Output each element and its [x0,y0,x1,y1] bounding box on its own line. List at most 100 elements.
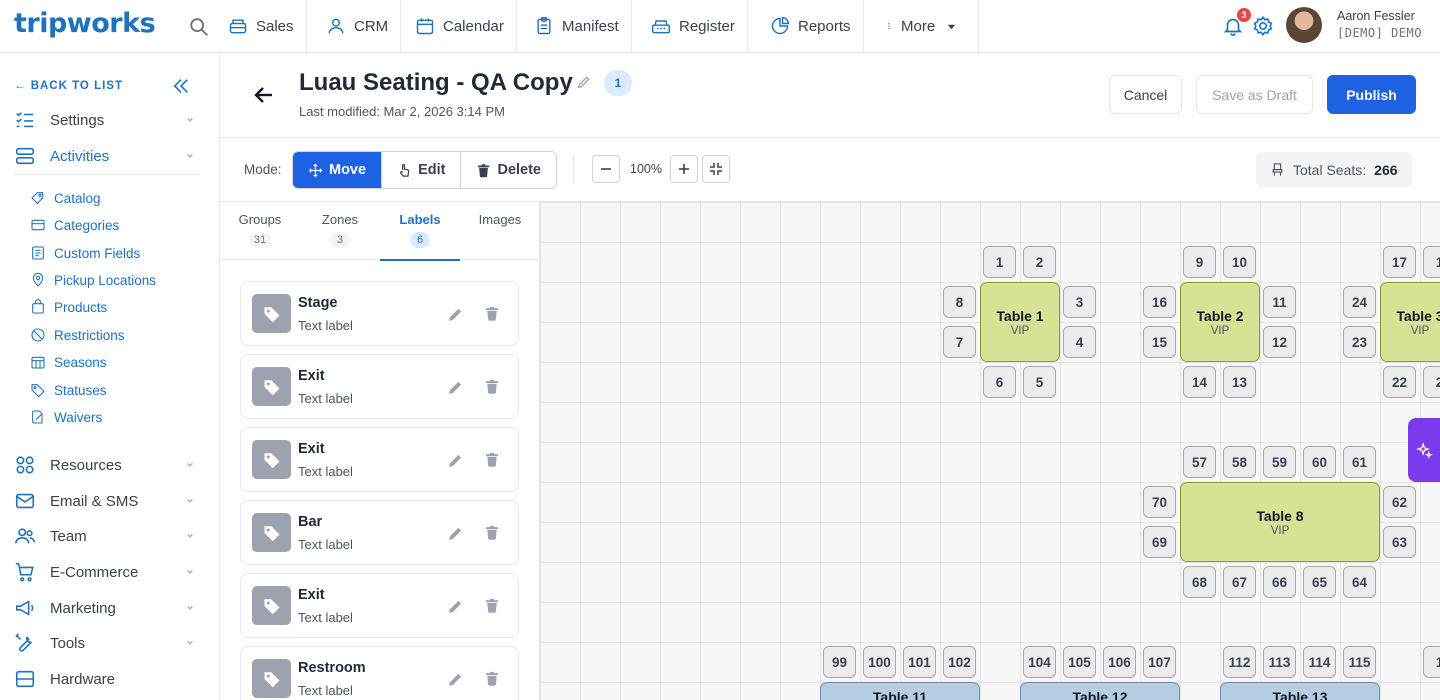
seat[interactable]: 1 [1423,646,1440,678]
seating-canvas[interactable]: 1 2 8 3 7 4 6 5 9 10 16 11 15 12 14 13 17 1 24 23 22 2 57 58 59 6… [540,202,1440,700]
seat[interactable]: 105 [1063,646,1096,678]
nav-crm[interactable]: CRM [314,0,402,52]
trash-icon[interactable] [484,451,500,468]
label-card[interactable]: Restroom Text label [240,646,519,700]
sidebar-item-tools[interactable]: Tools [14,631,198,655]
seat[interactable]: 15 [1143,326,1176,358]
mode-delete-button[interactable]: Delete [461,152,556,188]
sidebar-sub-restrictions[interactable]: Restrictions [30,325,125,345]
collapse-sidebar-icon[interactable] [172,77,190,95]
zoom-in-button[interactable] [670,155,698,183]
zoom-out-button[interactable] [592,155,620,183]
seat[interactable]: 61 [1343,446,1376,478]
nav-manifest[interactable]: Manifest [522,0,632,52]
tripworks-logo[interactable]: tripworks [14,8,156,39]
table[interactable]: Table 1 VIP [980,282,1060,362]
nav-sales[interactable]: Sales [216,0,307,52]
seat[interactable]: 13 [1223,366,1256,398]
table[interactable]: Table 12 [1020,682,1180,700]
table[interactable]: Table 2 VIP [1180,282,1260,362]
seat[interactable]: 60 [1303,446,1336,478]
sidebar-sub-custom-fields[interactable]: Custom Fields [30,243,140,263]
ai-assistant-button[interactable] [1408,418,1440,482]
seat[interactable]: 9 [1183,246,1216,278]
seat[interactable]: 11 [1263,286,1296,318]
seat[interactable]: 65 [1303,566,1336,598]
pencil-icon[interactable] [447,525,464,542]
seat[interactable]: 57 [1183,446,1216,478]
avatar[interactable] [1286,7,1322,43]
publish-button[interactable]: Publish [1327,75,1416,114]
seat[interactable]: 24 [1343,286,1376,318]
pencil-icon[interactable] [447,671,464,688]
sidebar-sub-pickup-locations[interactable]: Pickup Locations [30,270,156,290]
sidebar-item-resources[interactable]: Resources [14,453,198,477]
trash-icon[interactable] [484,378,500,395]
sidebar-sub-waivers[interactable]: Waivers [30,407,102,427]
sidebar-sub-categories[interactable]: Categories [30,215,119,235]
sidebar-item-hardware[interactable]: Hardware [14,667,198,691]
seat[interactable]: 2 [1023,246,1056,278]
seat[interactable]: 14 [1183,366,1216,398]
seat[interactable]: 16 [1143,286,1176,318]
sidebar-item-marketing[interactable]: Marketing [14,596,198,620]
table[interactable]: Table 8 VIP [1180,482,1380,562]
seat[interactable]: 70 [1143,486,1176,518]
seat[interactable]: 67 [1223,566,1256,598]
seat[interactable]: 4 [1063,326,1096,358]
trash-icon[interactable] [484,305,500,322]
search-icon[interactable] [188,16,210,38]
tab-images[interactable]: Images [460,202,540,260]
label-card[interactable]: Exit Text label [240,354,519,419]
seat[interactable]: 10 [1223,246,1256,278]
nav-calendar[interactable]: Calendar [403,0,517,52]
save-draft-button[interactable]: Save as Draft [1196,75,1313,114]
seat[interactable]: 101 [903,646,936,678]
label-card[interactable]: Exit Text label [240,427,519,492]
seat[interactable]: 1 [983,246,1016,278]
nav-reports[interactable]: Reports [758,0,864,52]
gear-icon[interactable] [1252,15,1274,37]
sidebar-sub-statuses[interactable]: Statuses [30,380,107,400]
trash-icon[interactable] [484,670,500,687]
seat[interactable]: 58 [1223,446,1256,478]
pencil-icon[interactable] [447,306,464,323]
trash-icon[interactable] [484,597,500,614]
tab-zones[interactable]: Zones 3 [300,202,380,260]
seat[interactable]: 1 [1423,246,1440,278]
fit-to-screen-button[interactable] [702,155,730,183]
sidebar-item-team[interactable]: Team [14,524,198,548]
mode-edit-button[interactable]: Edit [382,152,462,188]
seat[interactable]: 3 [1063,286,1096,318]
seat[interactable]: 99 [823,646,856,678]
seat[interactable]: 66 [1263,566,1296,598]
seat[interactable]: 23 [1343,326,1376,358]
seat[interactable]: 63 [1383,526,1416,558]
back-to-list-link[interactable]: ← BACK TO LIST [14,80,123,92]
seat[interactable]: 17 [1383,246,1416,278]
seat[interactable]: 22 [1383,366,1416,398]
tab-labels[interactable]: Labels 6 [380,202,460,261]
seat[interactable]: 112 [1223,646,1256,678]
seat[interactable]: 114 [1303,646,1336,678]
seat[interactable]: 12 [1263,326,1296,358]
seat[interactable]: 5 [1023,366,1056,398]
cancel-button[interactable]: Cancel [1109,75,1182,114]
seat[interactable]: 8 [943,286,976,318]
sidebar-item-ecommerce[interactable]: E-Commerce [14,560,198,584]
seat[interactable]: 113 [1263,646,1296,678]
pencil-icon[interactable] [447,379,464,396]
seat[interactable]: 68 [1183,566,1216,598]
sidebar-item-activities[interactable]: Activities [14,144,198,168]
seat[interactable]: 102 [943,646,976,678]
nav-more[interactable]: More [873,0,979,52]
sidebar-sub-seasons[interactable]: Seasons [30,352,107,372]
trash-icon[interactable] [484,524,500,541]
table[interactable]: Table 11 [820,682,980,700]
pencil-icon[interactable] [447,598,464,615]
mode-move-button[interactable]: Move [293,152,383,188]
seat[interactable]: 64 [1343,566,1376,598]
table[interactable]: Table 13 [1220,682,1380,700]
label-card[interactable]: Stage Text label [240,281,519,346]
arrow-left-icon[interactable] [252,83,276,107]
